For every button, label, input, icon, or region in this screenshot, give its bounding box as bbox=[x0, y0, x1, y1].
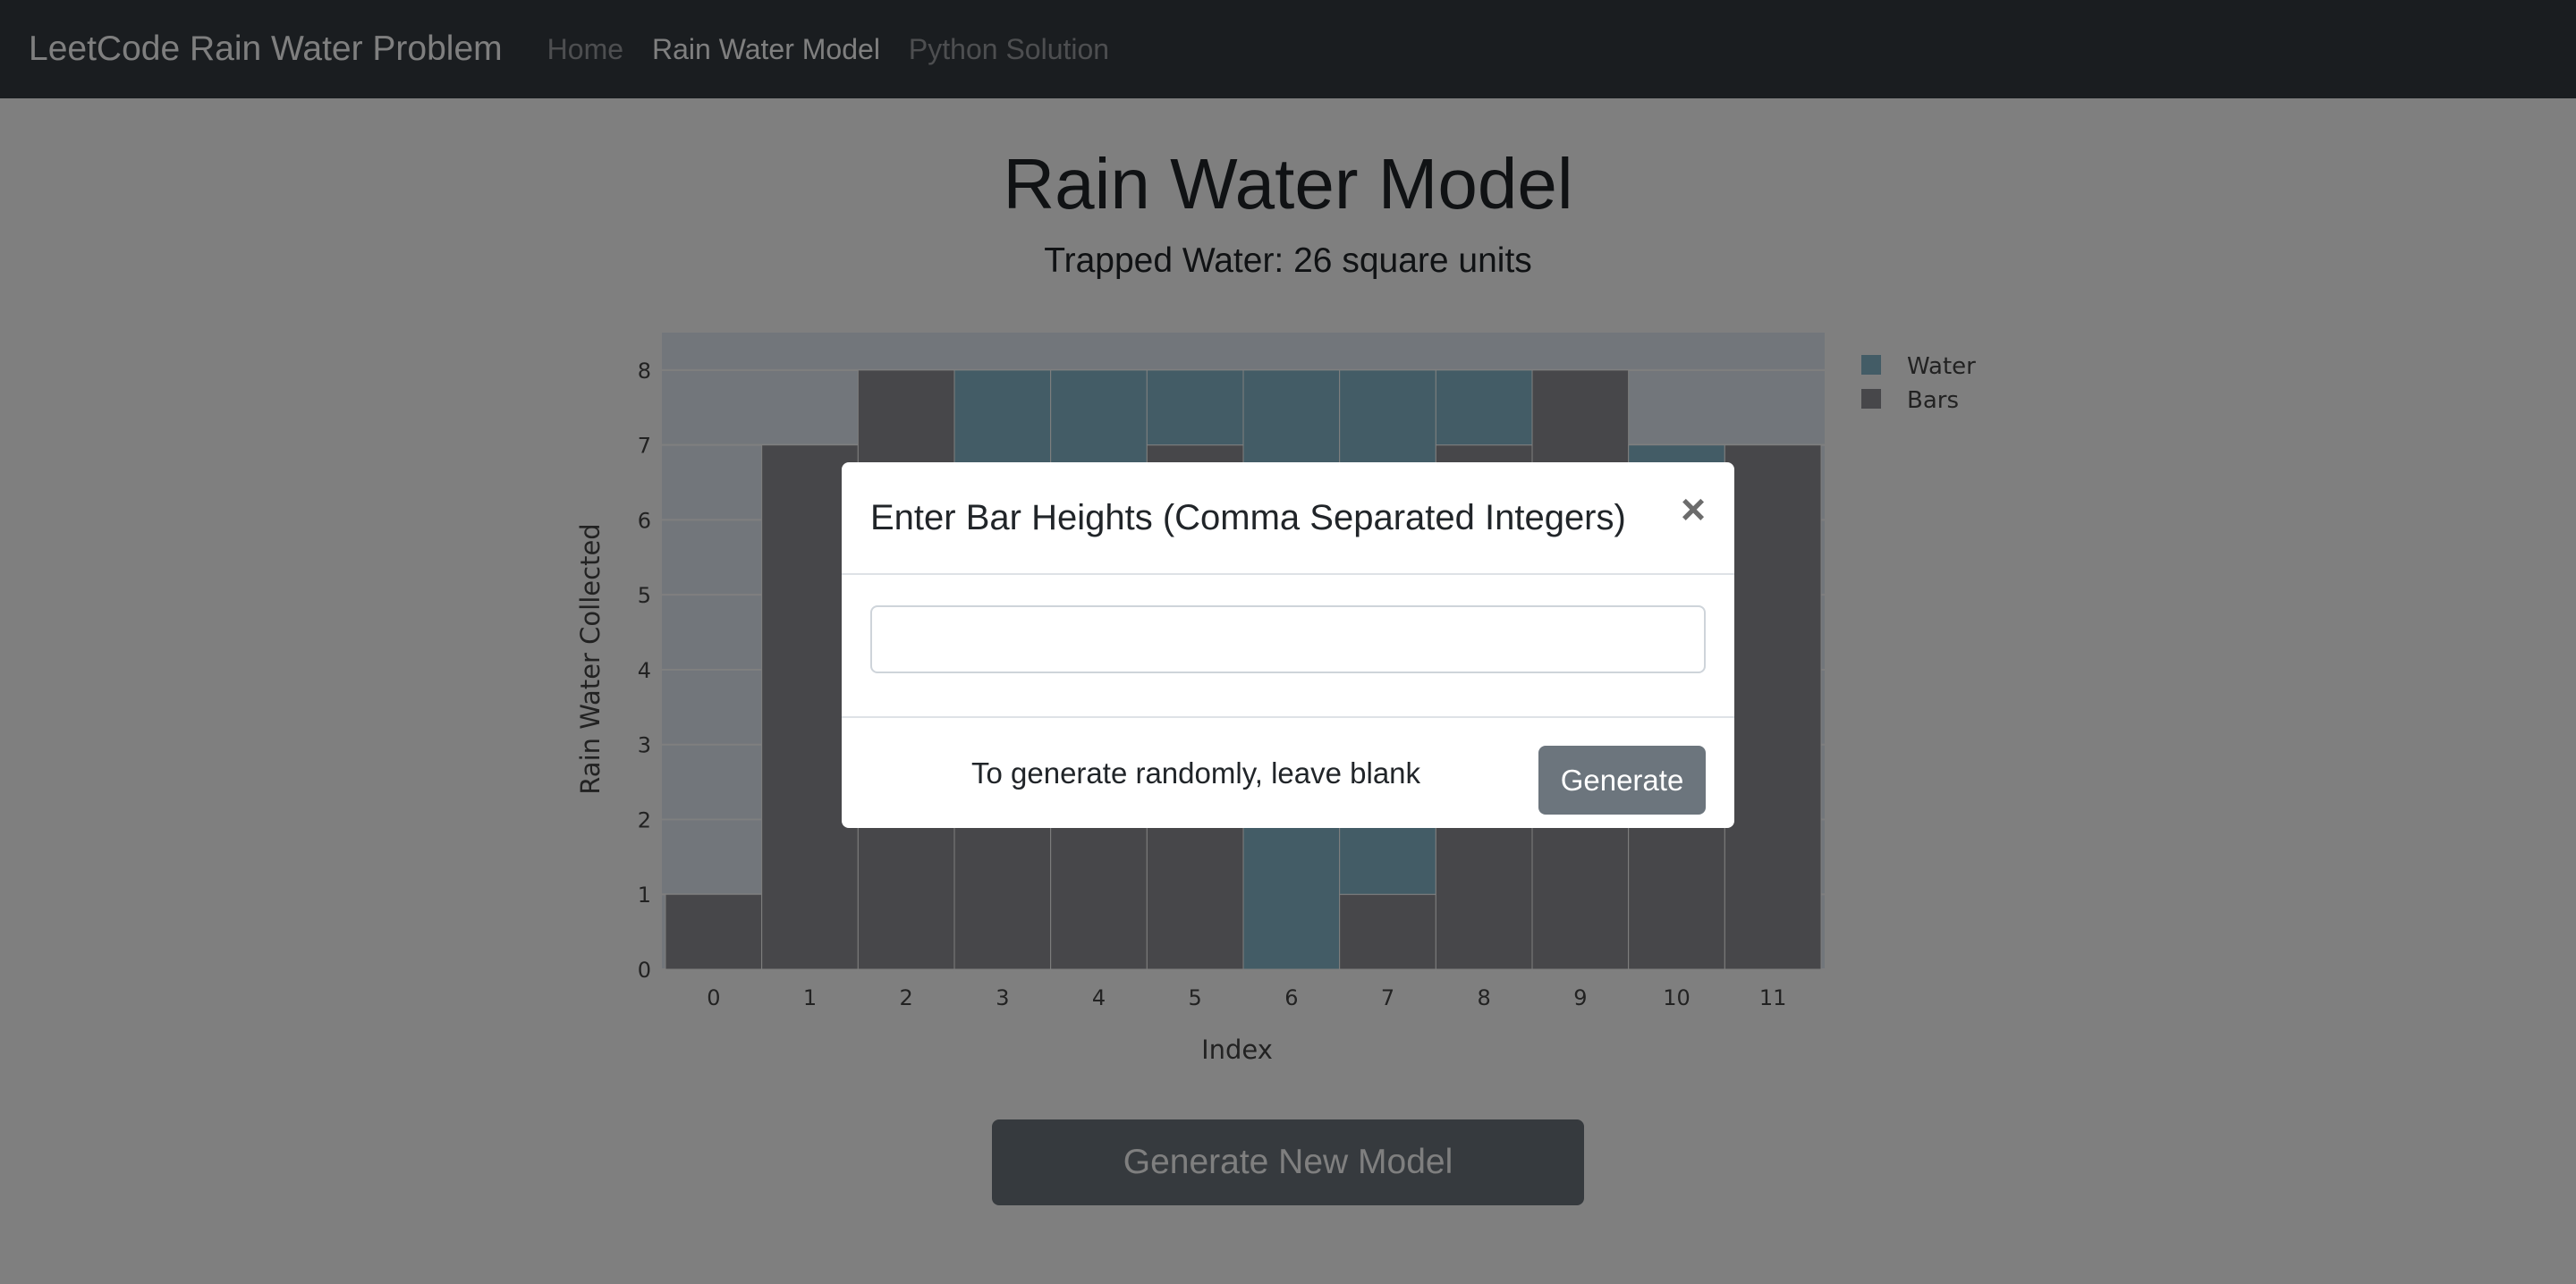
bar-heights-modal: Enter Bar Heights (Comma Separated Integ… bbox=[842, 462, 1734, 828]
modal-title: Enter Bar Heights (Comma Separated Integ… bbox=[870, 497, 1626, 537]
bar-heights-input[interactable] bbox=[870, 605, 1706, 673]
modal-body bbox=[842, 575, 1734, 718]
close-icon[interactable]: × bbox=[1681, 489, 1706, 532]
modal-footer: To generate randomly, leave blank Genera… bbox=[842, 718, 1734, 828]
modal-header: Enter Bar Heights (Comma Separated Integ… bbox=[842, 462, 1734, 575]
generate-button[interactable]: Generate bbox=[1538, 746, 1706, 815]
random-generate-hint: To generate randomly, leave blank bbox=[971, 756, 1421, 790]
